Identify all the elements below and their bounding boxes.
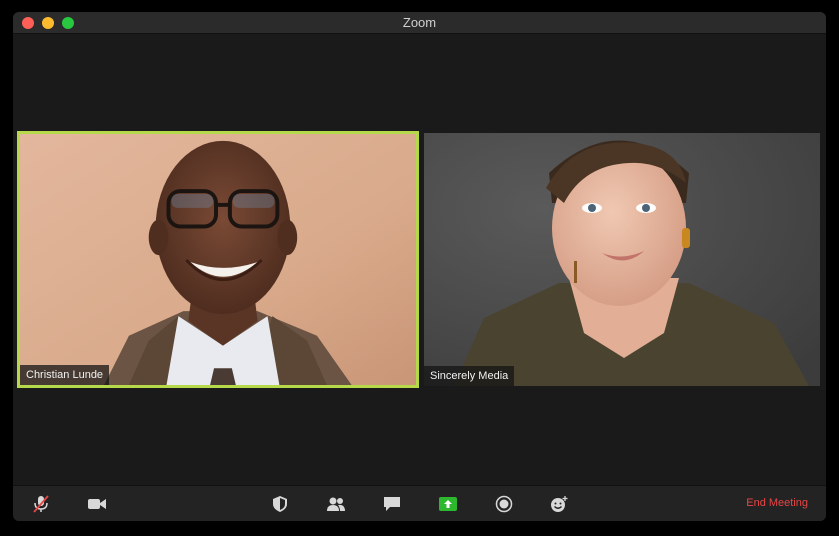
minimize-window-button[interactable] [42,17,54,29]
title-bar: Zoom [13,12,826,34]
participant-name-label: Sincerely Media [424,366,515,386]
participant-name-label: Christian Lunde [20,365,110,385]
shield-icon [273,496,287,512]
zoom-window: Zoom Christian Lunde Sincerely Media End… [13,12,826,521]
mute-button[interactable] [30,494,52,514]
end-meeting-button[interactable]: End Meeting [746,497,808,509]
maximize-window-button[interactable] [62,17,74,29]
chat-bubble-icon [384,497,400,511]
emoji-icon [551,496,568,512]
video-tile-christian-lunde[interactable]: Christian Lunde [17,131,419,388]
security-button[interactable] [269,494,291,514]
record-button[interactable] [493,494,515,514]
reactions-button[interactable] [548,494,570,514]
participants-button[interactable] [325,494,347,514]
meeting-toolbar: End Meeting [13,485,826,521]
close-window-button[interactable] [22,17,34,29]
microphone-muted-icon [33,495,49,513]
chat-button[interactable] [381,494,403,514]
share-screen-icon [439,497,457,511]
video-camera-icon [88,499,106,509]
video-button[interactable] [86,494,108,514]
participant-video-sincerely-media [424,133,820,386]
record-icon [495,495,513,513]
video-stage: Christian Lunde Sincerely Media [13,34,826,485]
video-tile-sincerely-media[interactable]: Sincerely Media [424,133,820,386]
participant-video-christian-lunde [20,134,416,385]
window-controls [22,17,74,29]
window-title: Zoom [402,15,437,30]
share-screen-button[interactable] [437,494,459,514]
participants-icon [327,497,345,511]
